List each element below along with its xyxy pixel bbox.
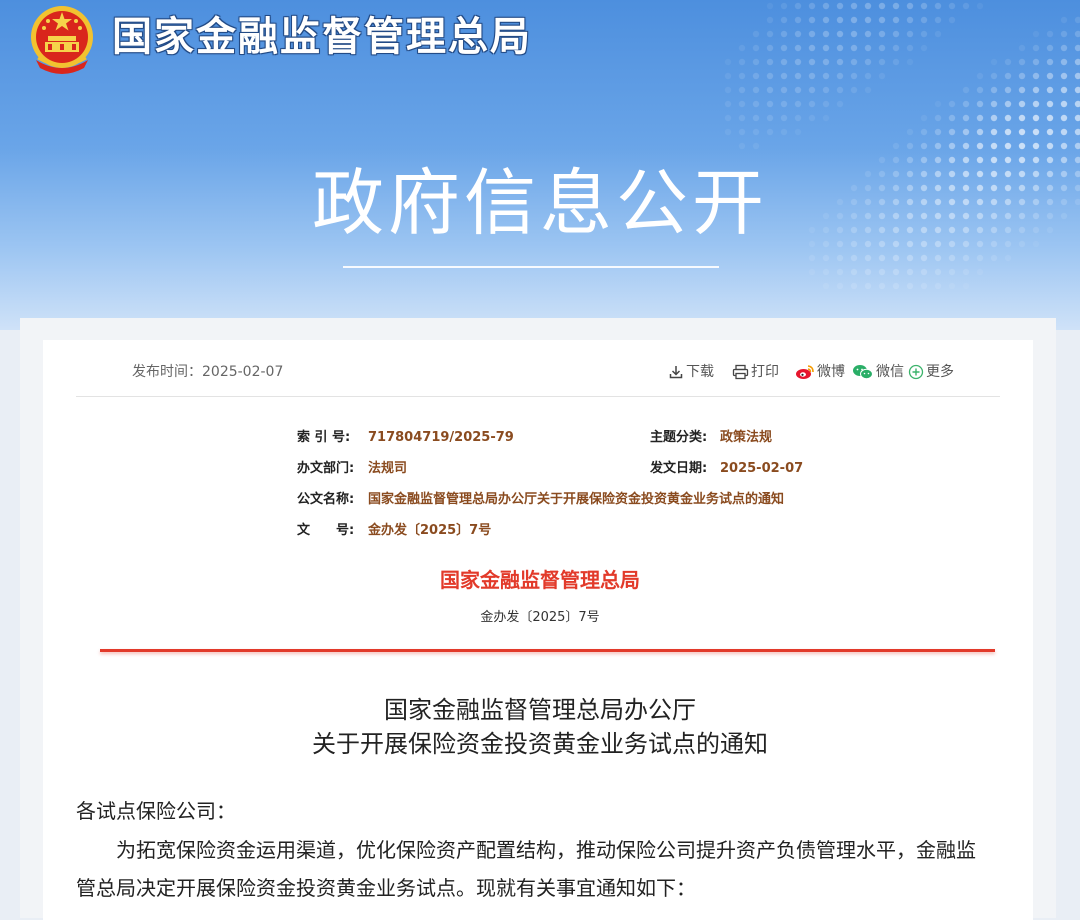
weibo-icon	[796, 365, 814, 379]
download-button[interactable]: 下载	[668, 362, 714, 382]
print-button[interactable]: 打印	[732, 362, 779, 382]
more-label: 更多	[926, 364, 954, 380]
wechat-icon	[853, 365, 873, 380]
toolbar-divider	[76, 396, 1000, 397]
share-wechat-button[interactable]: 微信	[852, 362, 904, 382]
site-title[interactable]: 国家金融监督管理总局	[112, 12, 532, 62]
download-icon	[669, 366, 683, 379]
issue-date-label: 发文日期:	[650, 461, 708, 476]
download-label: 下载	[686, 364, 714, 380]
department-label: 办文部门:	[297, 461, 355, 476]
document-title-line-1: 国家金融监督管理总局办公厅	[384, 696, 696, 724]
weibo-label: 微博	[817, 364, 845, 380]
article-card	[43, 340, 1033, 920]
issued-document-number: 金办发〔2025〕7号	[480, 610, 600, 625]
document-number-label: 文 号:	[297, 523, 355, 538]
document-number-value: 金办发〔2025〕7号	[368, 523, 492, 538]
red-header-rule	[100, 649, 995, 652]
issuer-red-header: 国家金融监督管理总局	[440, 568, 640, 592]
publish-time: 发布时间：2025-02-07	[132, 364, 284, 380]
salutation: 各试点保险公司：	[76, 799, 236, 823]
banner-title: 政府信息公开	[311, 161, 768, 245]
body-paragraph-line-1: 为拓宽保险资金运用渠道，优化保险资产配置结构，推动保险公司提升资产负债管理水平，…	[116, 838, 976, 862]
print-icon	[732, 364, 749, 380]
print-label: 打印	[751, 364, 779, 380]
category-label: 主题分类:	[650, 430, 708, 445]
index-number-value: 717804719/2025-79	[368, 430, 514, 445]
index-number-label: 索 引 号:	[297, 430, 351, 445]
department-value: 法规司	[368, 461, 408, 476]
banner-divider	[343, 266, 719, 268]
issue-date-value: 2025-02-07	[720, 461, 804, 476]
share-weibo-button[interactable]: 微博	[795, 362, 845, 382]
body-paragraph-line-2: 管总局决定开展保险资金投资黄金业务试点。现就有关事宜通知如下：	[76, 876, 696, 900]
document-name-label: 公文名称:	[297, 492, 355, 507]
plus-circle-icon	[908, 364, 924, 380]
share-more-button[interactable]: 更多	[908, 362, 954, 382]
site-header: 国家金融监督管理总局 政府信息公开	[0, 0, 1080, 330]
wechat-label: 微信	[876, 364, 904, 380]
category-value: 政策法规	[720, 430, 773, 445]
document-name-value: 国家金融监督管理总局办公厅关于开展保险资金投资黄金业务试点的通知	[368, 492, 785, 507]
national-emblem-logo	[31, 6, 93, 74]
document-title-line-2: 关于开展保险资金投资黄金业务试点的通知	[312, 730, 768, 758]
